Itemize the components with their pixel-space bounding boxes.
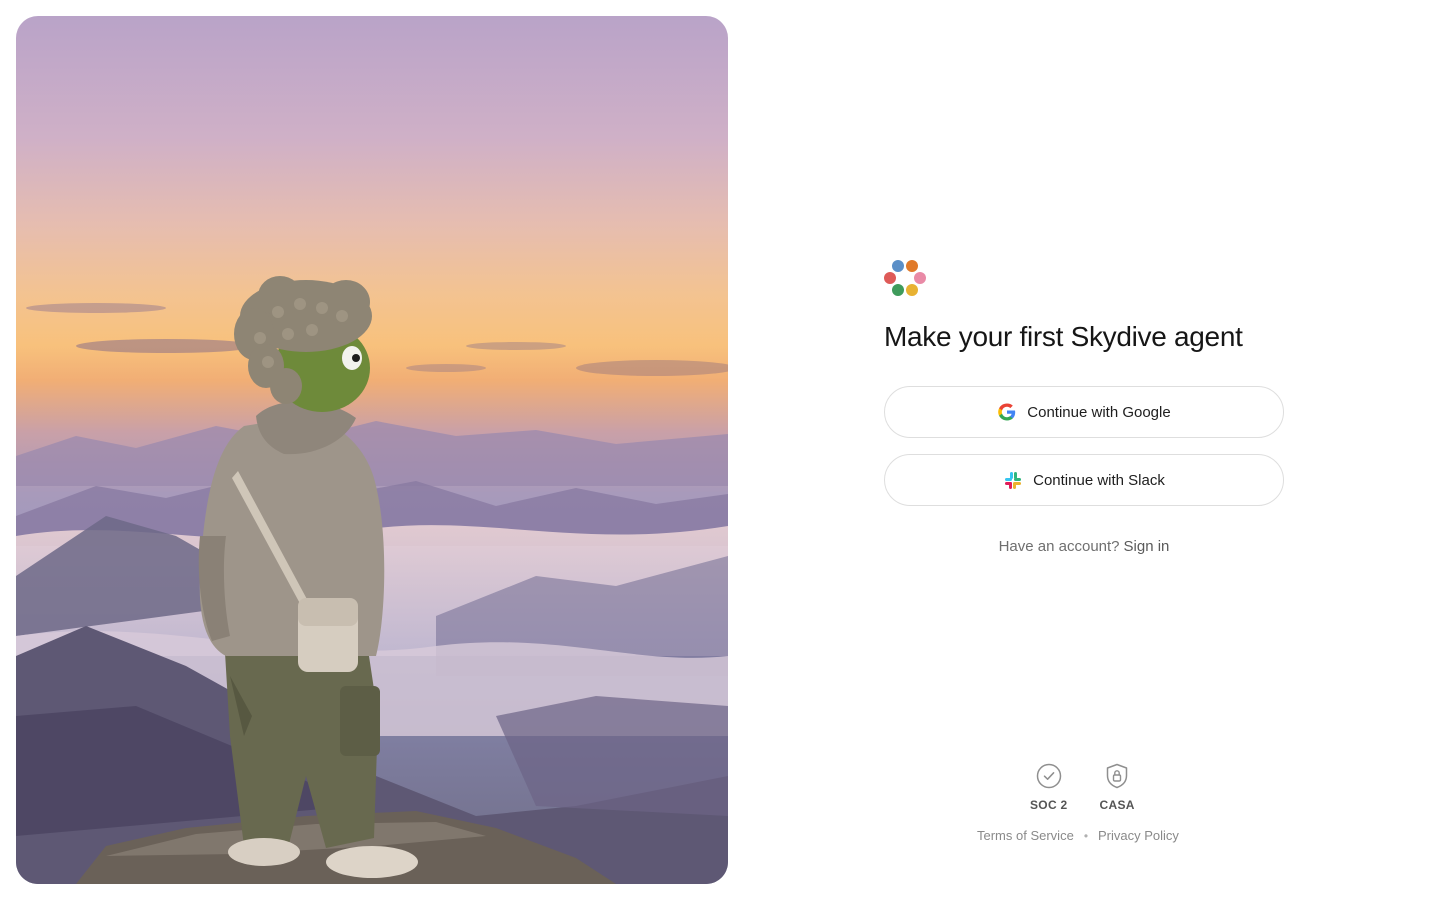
compliance-badges: SOC 2 CASA <box>1030 762 1135 812</box>
badge-label: CASA <box>1099 798 1135 812</box>
skydive-logo-icon <box>884 260 926 296</box>
have-account-text: Have an account? <box>998 538 1120 555</box>
badge-soc2: SOC 2 <box>1030 762 1068 812</box>
terms-of-service-link[interactable]: Terms of Service <box>977 828 1074 843</box>
badge-casa: CASA <box>1100 762 1135 812</box>
continue-with-google-button[interactable]: Continue with Google <box>884 386 1284 438</box>
continue-with-slack-button[interactable]: Continue with Slack <box>884 454 1284 506</box>
page-title: Make your first Skydive agent <box>884 321 1243 352</box>
footer-separator: • <box>1083 828 1089 843</box>
slack-button-label: Continue with Slack <box>1033 471 1165 489</box>
hero-scene <box>16 276 728 884</box>
privacy-policy-link[interactable]: Privacy Policy <box>1098 828 1179 843</box>
sign-in-prompt: Have an account? Sign in <box>884 538 1284 555</box>
check-circle-icon <box>1036 763 1061 789</box>
footer-links: Terms of Service • Privacy Policy <box>977 828 1179 843</box>
slack-icon <box>1005 472 1022 489</box>
sign-in-link[interactable]: Sign in <box>1124 538 1170 555</box>
signup-panel: Make your first Skydive agent Continue w… <box>884 258 1284 555</box>
badge-label: SOC 2 <box>1030 798 1068 812</box>
google-icon <box>998 403 1016 421</box>
google-button-label: Continue with Google <box>1027 403 1171 421</box>
shield-lock-icon <box>1106 763 1128 789</box>
hero-image <box>16 16 728 884</box>
signup-page: Make your first Skydive agent Continue w… <box>0 0 1440 900</box>
